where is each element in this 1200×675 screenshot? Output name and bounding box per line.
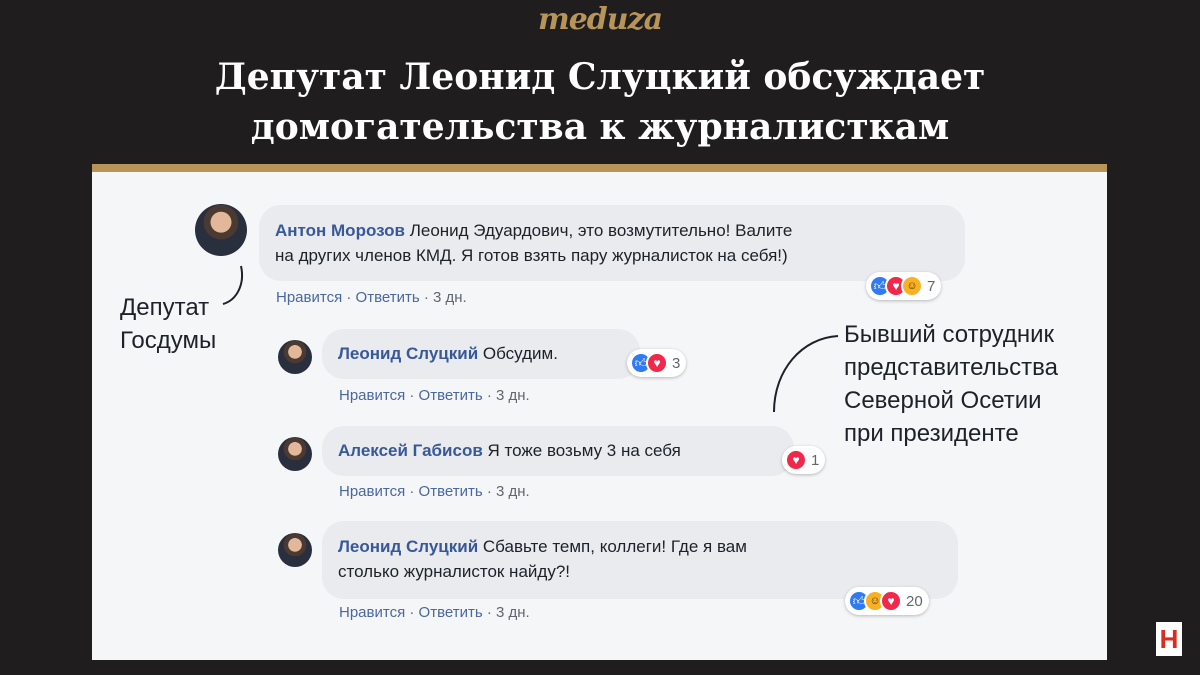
comment-bubble: Леонид Слуцкий Обсудим. <box>322 329 640 379</box>
comment-actions: Нравится · Ответить · 3 дн. <box>339 604 530 621</box>
headline-line-1: Депутат Леонид Слуцкий обсуждает <box>214 56 986 98</box>
comment-author[interactable]: Алексей Габисов <box>338 441 483 460</box>
comment-text: Я тоже возьму 3 на себя <box>487 441 681 460</box>
comment-text: Обсудим. <box>482 344 558 363</box>
comment-text-line-2: столько журналисток найду?! <box>338 562 570 581</box>
like-link[interactable]: Нравится <box>276 289 342 306</box>
reaction-count: 20 <box>906 592 923 610</box>
haha-icon: ☺ <box>901 275 923 297</box>
annotation-right: Бывший сотрудник представительства Север… <box>844 321 1058 447</box>
annotation-left: Депутат Госдумы <box>120 294 217 354</box>
avatar[interactable] <box>278 533 312 567</box>
h-logo-icon: H <box>1156 622 1182 656</box>
reactions-summary[interactable]: 👍︎ ☺ ♥ 20 <box>845 587 929 615</box>
headline: Депутат Леонид Слуцкий обсуждает домогат… <box>0 52 1200 152</box>
avatar[interactable] <box>278 437 312 471</box>
reply-link[interactable]: Ответить <box>419 483 483 500</box>
comment-time[interactable]: 3 дн. <box>496 483 530 500</box>
comment-time[interactable]: 3 дн. <box>433 289 467 306</box>
like-link[interactable]: Нравится <box>339 604 405 621</box>
reaction-count: 3 <box>672 354 681 372</box>
love-icon: ♥ <box>785 449 807 471</box>
comment-actions: Нравится · Ответить · 3 дн. <box>339 483 530 500</box>
reply-link[interactable]: Ответить <box>419 387 483 404</box>
reaction-count: 7 <box>927 277 936 295</box>
reactions-summary[interactable]: ♥ 1 <box>782 446 826 474</box>
love-icon: ♥ <box>646 352 668 374</box>
reaction-count: 1 <box>811 451 820 469</box>
comment-author[interactable]: Леонид Слуцкий <box>338 537 478 556</box>
comment-text-line-2: на других членов КМД. Я готов взять пару… <box>275 246 788 265</box>
reply-link[interactable]: Ответить <box>419 604 483 621</box>
reply-link[interactable]: Ответить <box>356 289 420 306</box>
meduza-logo: meduza <box>537 2 663 37</box>
annotation-connector-right <box>773 335 839 413</box>
comment-text: Сбавьте темп, коллеги! Где я вам <box>482 537 747 556</box>
reactions-summary[interactable]: 👍︎ ♥ ☺ 7 <box>866 272 942 300</box>
love-icon: ♥ <box>880 590 902 612</box>
like-link[interactable]: Нравится <box>339 483 405 500</box>
comment-author[interactable]: Антон Морозов <box>275 221 405 240</box>
comment-author[interactable]: Леонид Слуцкий <box>338 344 478 363</box>
comment-time[interactable]: 3 дн. <box>496 604 530 621</box>
comment-bubble: Алексей Габисов Я тоже возьму 3 на себя <box>322 426 794 476</box>
annotation-connector-left <box>222 265 243 305</box>
comment-actions: Нравится · Ответить · 3 дн. <box>276 289 467 306</box>
avatar[interactable] <box>195 204 247 256</box>
comment-bubble: Антон Морозов Леонид Эдуардович, это воз… <box>259 205 965 281</box>
comment-text: Леонид Эдуардович, это возмутительно! Ва… <box>409 221 793 240</box>
headline-line-2: домогательства к журналисткам <box>250 106 950 148</box>
reactions-summary[interactable]: 👍︎ ♥ 3 <box>627 349 687 377</box>
like-link[interactable]: Нравится <box>339 387 405 404</box>
comment-time[interactable]: 3 дн. <box>496 387 530 404</box>
avatar[interactable] <box>278 340 312 374</box>
comment-actions: Нравится · Ответить · 3 дн. <box>339 387 530 404</box>
